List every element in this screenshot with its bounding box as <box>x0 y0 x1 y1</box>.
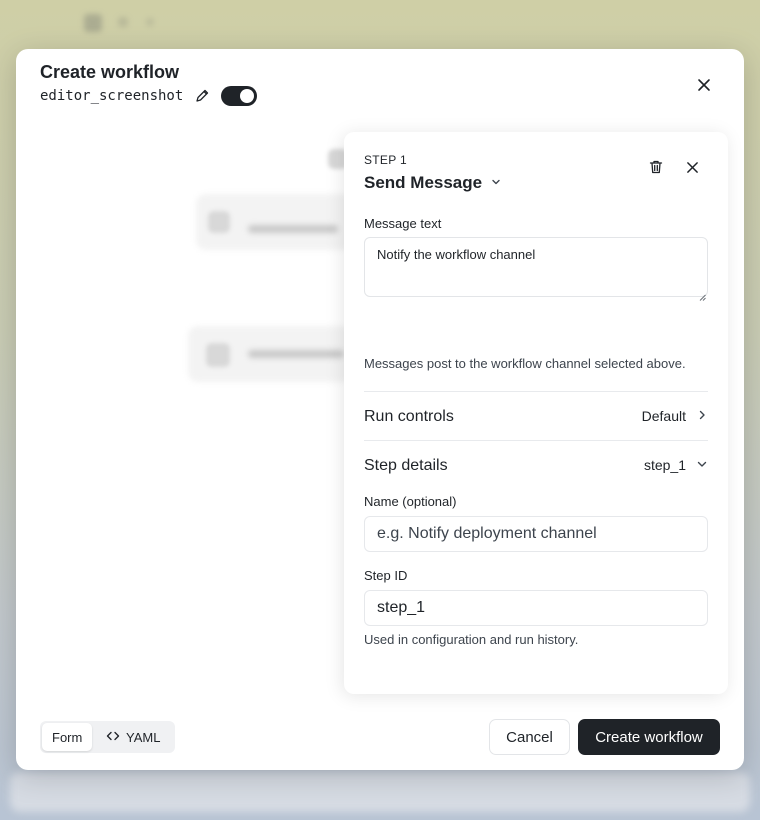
run-controls-row[interactable]: Default <box>642 408 708 424</box>
step-id-label: Step ID <box>364 568 408 583</box>
canvas-node-blur <box>248 225 338 233</box>
resize-grip-icon[interactable] <box>699 288 706 301</box>
step-details-value: step_1 <box>643 457 686 473</box>
code-icon <box>106 730 120 745</box>
cancel-button[interactable]: Cancel <box>489 719 570 755</box>
toggle-knob <box>240 89 254 103</box>
step-type-selector[interactable]: Send Message <box>364 173 502 193</box>
step-number-label: STEP 1 <box>364 153 407 167</box>
close-icon[interactable] <box>680 155 704 179</box>
editor-mode-switch: Form YAML <box>40 721 175 753</box>
tab-form-label: Form <box>52 729 83 745</box>
pencil-icon[interactable] <box>194 88 210 104</box>
step-id-helper-text: Used in configuration and run history. <box>364 632 579 647</box>
workflow-enabled-toggle[interactable] <box>221 86 257 106</box>
step-details-label: Step details <box>364 457 448 474</box>
workflow-name: editor_screenshot <box>40 88 184 104</box>
canvas-node-blur <box>248 350 344 358</box>
background-icon-blur <box>146 18 154 26</box>
tab-yaml[interactable]: YAML <box>96 723 170 751</box>
create-workflow-button[interactable]: Create workflow <box>578 719 720 755</box>
name-field-label: Name (optional) <box>364 494 457 509</box>
background-footer-blur <box>10 772 750 812</box>
step-type-label: Send Message <box>364 173 483 192</box>
modal-title: Create workflow <box>40 62 180 82</box>
divider <box>364 440 708 441</box>
step-details-row[interactable]: step_1 <box>644 457 708 473</box>
step-config-panel: STEP 1 Send Message Message text Notify … <box>344 132 728 694</box>
create-workflow-modal: Create workflow editor_screenshot STEP 1… <box>16 49 744 770</box>
background-icon-blur <box>118 17 128 27</box>
tab-form[interactable]: Form <box>42 723 93 751</box>
message-text-label: Message text <box>364 216 442 231</box>
message-text-input[interactable]: Notify the workflow channel <box>364 237 708 297</box>
canvas-node-blur <box>208 211 230 233</box>
background-icon-blur <box>84 14 102 32</box>
run-controls-label: Run controls <box>364 408 454 425</box>
canvas-node-blur <box>206 343 230 367</box>
tab-yaml-label: YAML <box>126 729 161 745</box>
trash-icon[interactable] <box>644 155 668 179</box>
step-name-input[interactable] <box>364 516 708 552</box>
chevron-down-icon <box>696 457 708 473</box>
run-controls-value: Default <box>641 408 686 424</box>
step-id-input[interactable] <box>364 590 708 626</box>
message-helper-text: Messages post to the workflow channel se… <box>364 356 686 371</box>
chevron-down-icon <box>490 173 502 193</box>
close-icon[interactable] <box>692 73 716 97</box>
divider <box>364 391 708 392</box>
chevron-right-icon <box>696 408 708 424</box>
